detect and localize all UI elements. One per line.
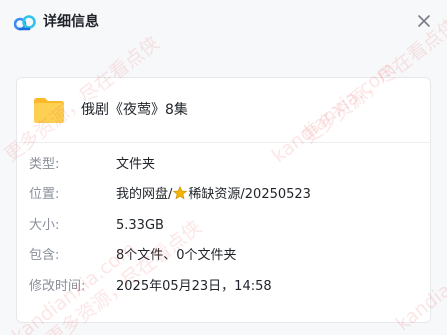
contains-label: 包含: xyxy=(29,248,60,263)
file-details-dialog: 详细信息 俄剧《夜莺》8集 类型: 文件夹 位置: 我的网盘/稀缺资源/2025… xyxy=(0,0,447,335)
contains-value: 8个文件、0个文件夹 xyxy=(116,248,237,263)
close-icon[interactable] xyxy=(415,12,433,30)
type-value: 文件夹 xyxy=(116,157,156,172)
modified-label: 修改时间: xyxy=(29,279,86,294)
location-value: 我的网盘/稀缺资源/20250523 xyxy=(116,185,311,205)
divider xyxy=(17,142,430,143)
location-label: 位置: xyxy=(29,187,60,202)
size-value: 5.33GB xyxy=(116,218,164,233)
type-label: 类型: xyxy=(29,157,60,172)
folder-icon xyxy=(34,98,64,123)
details-card: 俄剧《夜莺》8集 类型: 文件夹 位置: 我的网盘/稀缺资源/20250523 … xyxy=(16,77,431,323)
star-icon xyxy=(173,186,188,200)
location-prefix: 我的网盘/ xyxy=(116,187,173,202)
file-name: 俄剧《夜莺》8集 xyxy=(81,102,188,118)
dialog-title: 详细信息 xyxy=(43,14,99,30)
location-suffix: 稀缺资源/20250523 xyxy=(188,187,311,202)
dialog-header: 详细信息 xyxy=(0,0,447,44)
size-label: 大小: xyxy=(29,218,60,233)
modified-value: 2025年05月23日，14:58 xyxy=(116,279,272,294)
cloud-logo-icon xyxy=(14,15,36,31)
